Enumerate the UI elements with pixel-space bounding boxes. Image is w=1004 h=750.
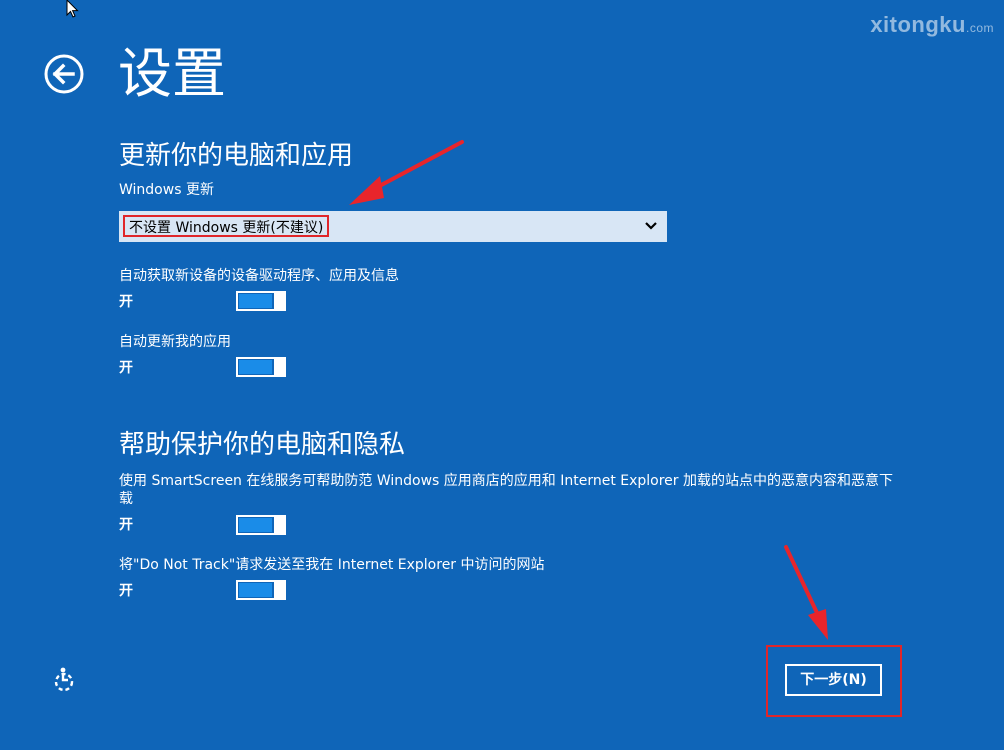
toggle-fill xyxy=(239,518,272,532)
driver-update-state: 开 xyxy=(119,294,133,310)
back-arrow-circle-icon[interactable] xyxy=(44,54,84,94)
smartscreen-toggle[interactable] xyxy=(236,515,286,535)
app-update-state: 开 xyxy=(119,360,133,376)
chevron-down-icon xyxy=(645,222,657,230)
annotation-arrows xyxy=(349,140,828,640)
ease-of-access-icon[interactable] xyxy=(50,666,78,694)
toggle-thumb xyxy=(274,515,286,535)
driver-update-label: 自动获取新设备的设备驱动程序、应用及信息 xyxy=(119,268,399,284)
annotation-arrow-next xyxy=(784,545,828,640)
windows-update-select[interactable]: 不设置 Windows 更新(不建议) xyxy=(119,211,667,242)
do-not-track-state: 开 xyxy=(119,583,133,599)
smartscreen-state: 开 xyxy=(119,517,133,533)
toggle-thumb xyxy=(274,357,286,377)
toggle-fill xyxy=(239,583,272,597)
page-title: 设置 xyxy=(118,42,226,105)
toggle-fill xyxy=(239,360,272,374)
watermark-suffix: .com xyxy=(965,21,994,35)
next-button[interactable]: 下一步(N) xyxy=(785,664,882,696)
app-update-label: 自动更新我的应用 xyxy=(119,334,231,350)
watermark: xitongku.com xyxy=(870,12,994,38)
toggle-thumb xyxy=(274,580,286,600)
mouse-pointer-icon xyxy=(66,0,79,18)
windows-update-selected-value: 不设置 Windows 更新(不建议) xyxy=(123,215,330,237)
app-update-toggle[interactable] xyxy=(236,357,286,377)
toggle-fill xyxy=(239,294,272,308)
section-title-privacy: 帮助保护你的电脑和隐私 xyxy=(119,430,406,460)
do-not-track-label: 将"Do Not Track"请求发送至我在 Internet Explorer… xyxy=(119,557,545,573)
watermark-brand: xitongku xyxy=(870,12,966,37)
toggle-thumb xyxy=(274,291,286,311)
do-not-track-toggle[interactable] xyxy=(236,580,286,600)
section-title-updates: 更新你的电脑和应用 xyxy=(119,141,354,171)
driver-update-toggle[interactable] xyxy=(236,291,286,311)
annotation-arrow-dropdown xyxy=(349,140,464,205)
smartscreen-label: 使用 SmartScreen 在线服务可帮助防范 Windows 应用商店的应用… xyxy=(119,473,894,507)
setup-screen: xitongku.com 设置 更新你的电脑和应用 Windows 更新 不设置… xyxy=(0,0,1004,750)
windows-update-label: Windows 更新 xyxy=(119,182,214,198)
